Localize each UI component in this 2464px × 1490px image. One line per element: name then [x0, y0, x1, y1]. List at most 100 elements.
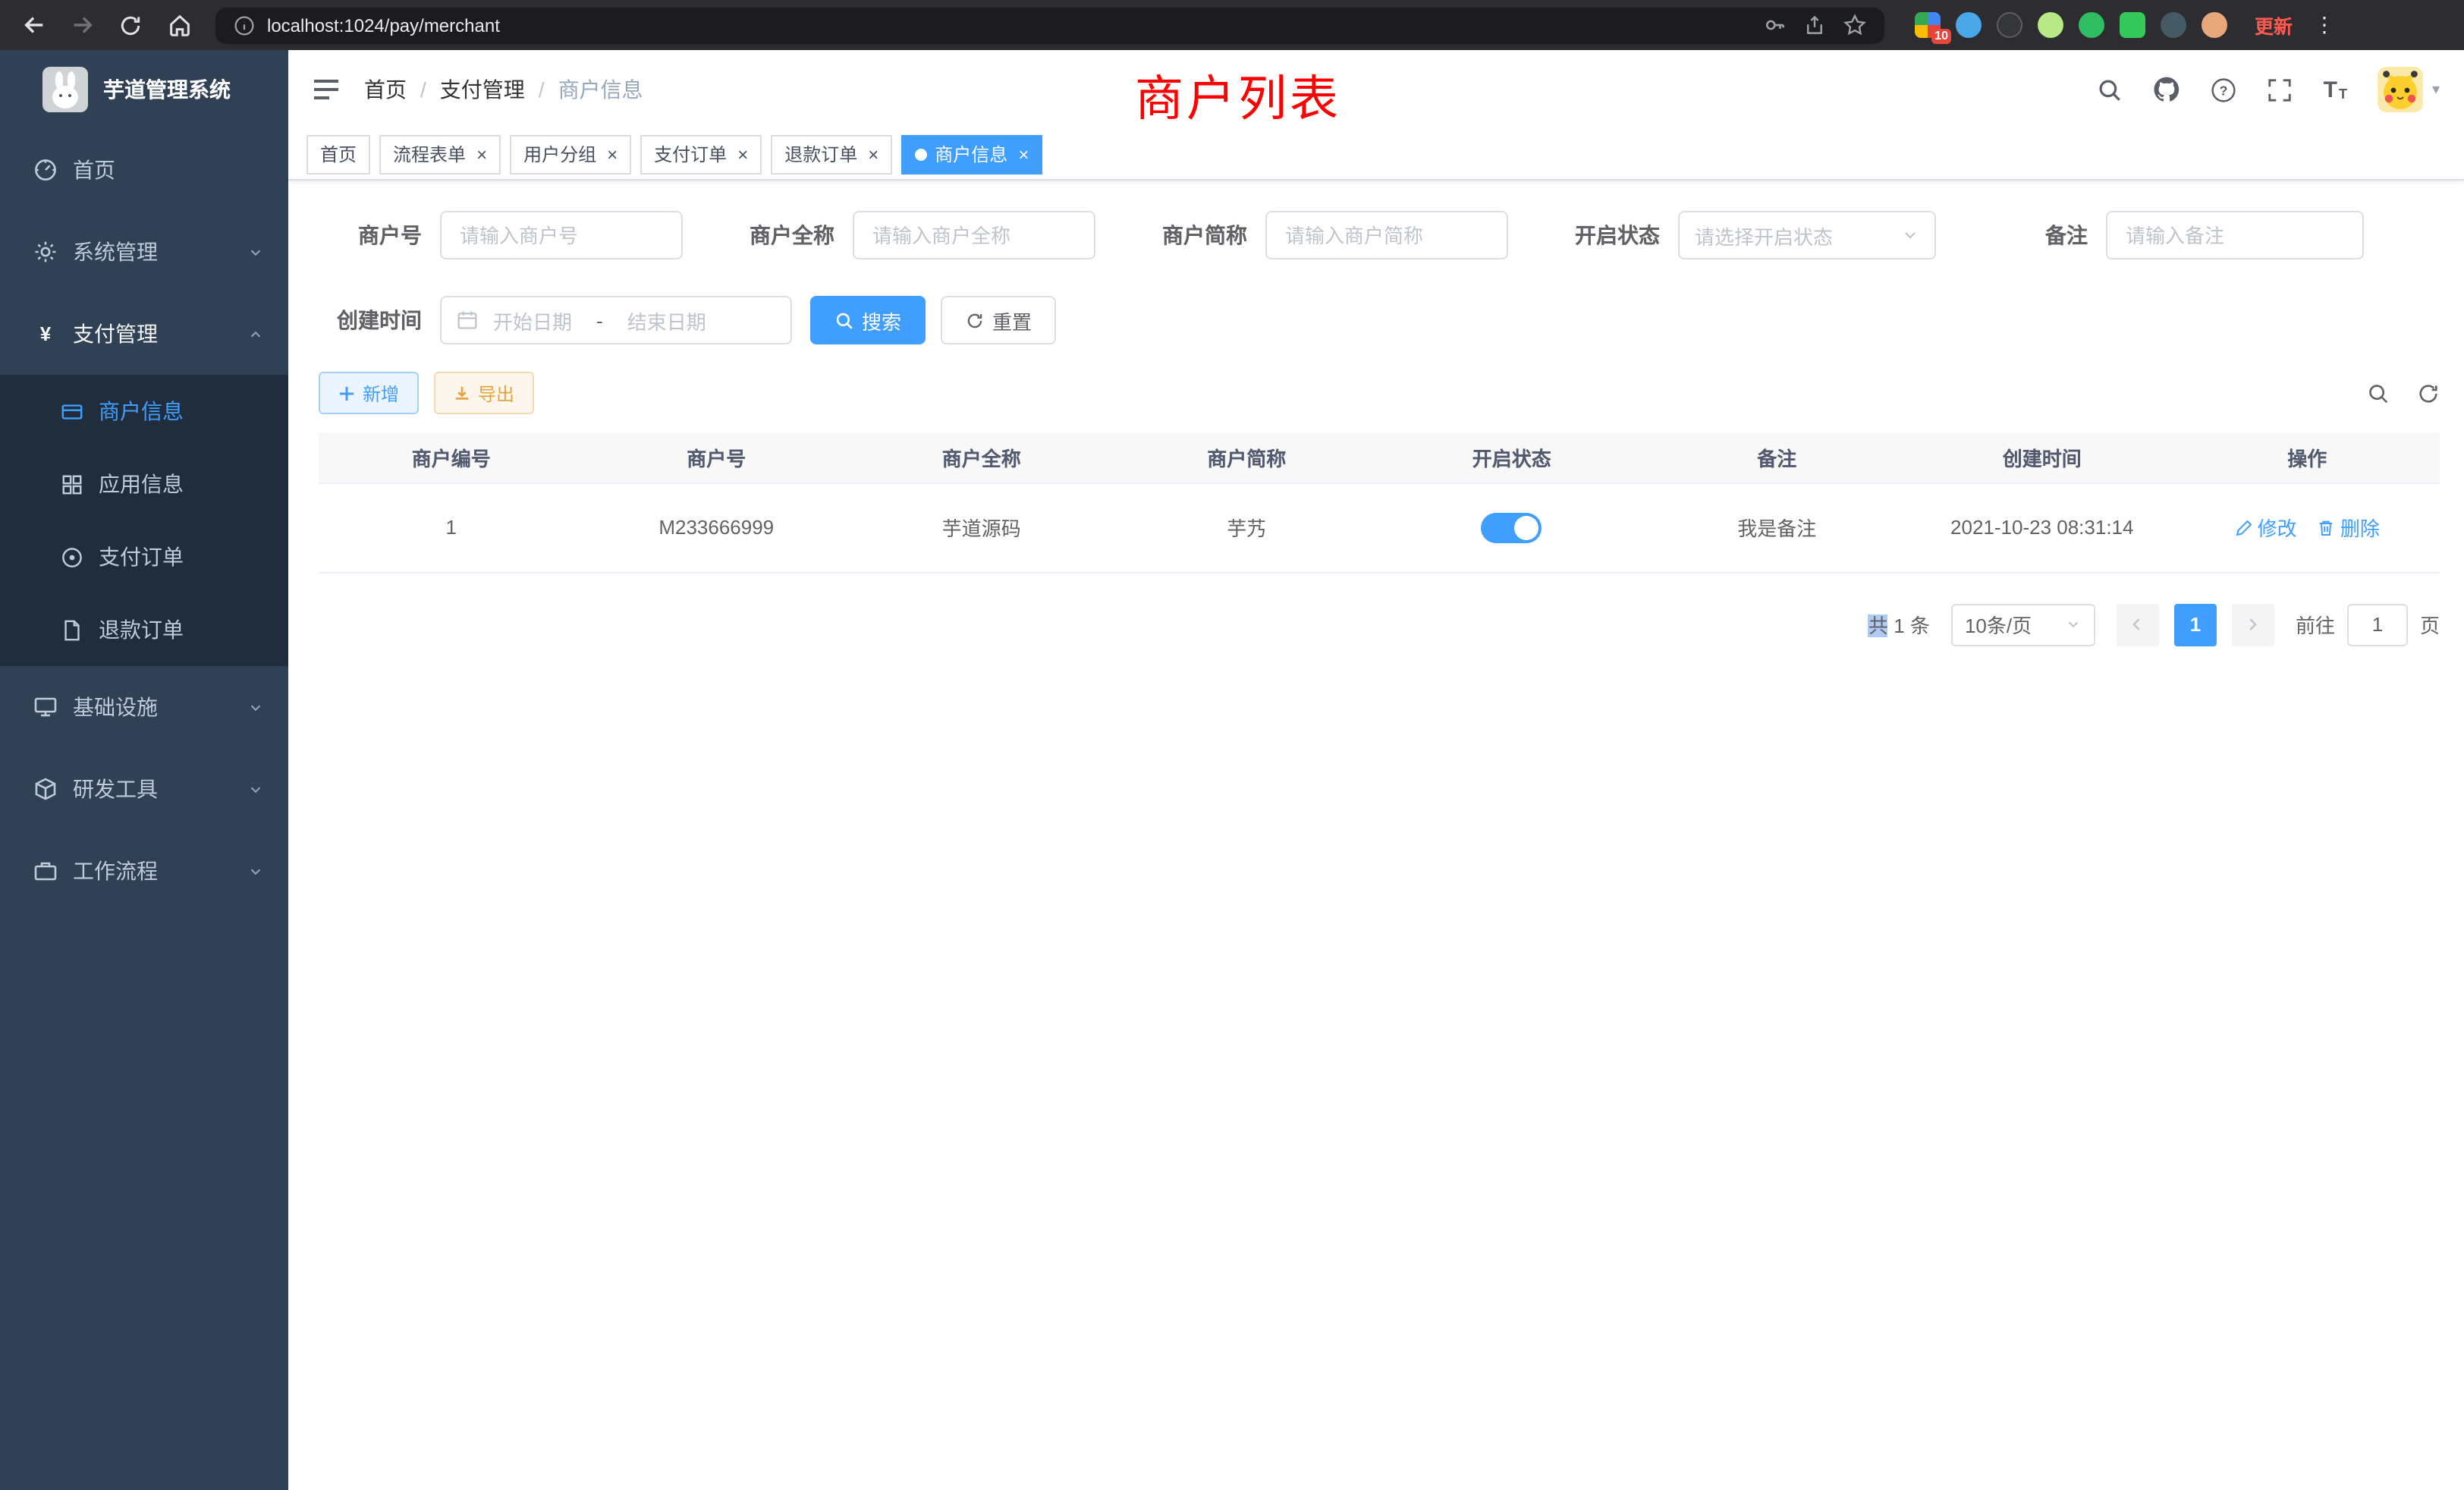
create-time-label: 创建时间	[319, 305, 440, 335]
sidebar-item-label: 首页	[73, 155, 115, 185]
end-date-placeholder: 结束日期	[627, 306, 706, 335]
help-icon[interactable]: ?	[2211, 77, 2237, 102]
reset-button[interactable]: 重置	[941, 296, 1056, 344]
breadcrumb-home[interactable]: 首页	[364, 74, 407, 105]
share-icon[interactable]	[1804, 14, 1825, 36]
col-merchant-no: 商户号	[584, 432, 850, 483]
sidebar-item-infra[interactable]: 基础设施	[0, 666, 288, 748]
github-icon[interactable]	[2154, 76, 2181, 103]
sidebar-item-label: 基础设施	[73, 692, 158, 722]
target-icon	[61, 545, 83, 568]
next-page-button[interactable]	[2232, 603, 2274, 646]
close-icon[interactable]: ×	[868, 145, 878, 163]
table-toolbar: 新增 导出	[319, 372, 2440, 414]
url-bar[interactable]: localhost:1024/pay/merchant	[215, 7, 1884, 43]
merchant-short-input[interactable]	[1265, 211, 1508, 259]
back-icon[interactable]	[15, 7, 52, 43]
tab-user-group[interactable]: 用户分组 ×	[510, 134, 631, 174]
sidebar-item-label: 工作流程	[73, 856, 158, 886]
sidebar-item-system[interactable]: 系统管理	[0, 211, 288, 293]
tab-merchant-info[interactable]: 商户信息 ×	[901, 134, 1042, 174]
download-icon	[454, 385, 470, 401]
add-button[interactable]: 新增	[319, 372, 419, 414]
browser-menu-icon[interactable]: ⋮	[2314, 12, 2335, 38]
extension-pinwheel-icon[interactable]	[2161, 12, 2186, 38]
tab-home[interactable]: 首页	[306, 134, 370, 174]
merchant-name-input[interactable]	[853, 211, 1095, 259]
site-info-icon[interactable]	[234, 14, 255, 36]
sidebar-item-refund-order[interactable]: 退款订单	[0, 593, 288, 666]
close-icon[interactable]: ×	[1018, 145, 1029, 163]
forward-icon[interactable]	[64, 7, 100, 43]
search-icon[interactable]	[2098, 77, 2123, 102]
delete-link[interactable]: 删除	[2318, 513, 2380, 542]
close-icon[interactable]: ×	[476, 145, 487, 163]
page-size-select[interactable]: 10条/页	[1951, 603, 2095, 646]
merchant-no-label: 商户号	[319, 220, 440, 250]
monitor-icon	[33, 695, 58, 719]
tab-label: 用户分组	[523, 141, 596, 167]
sidebar-item-payment[interactable]: ¥ 支付管理	[0, 293, 288, 375]
user-avatar-menu[interactable]: ▾	[2378, 67, 2440, 112]
goto-page-input[interactable]	[2347, 603, 2408, 646]
breadcrumb-payment[interactable]: 支付管理	[440, 74, 525, 105]
tab-process-form[interactable]: 流程表单 ×	[379, 134, 501, 174]
pagination: 共 1 条 10条/页 1	[319, 603, 2440, 646]
sidebar-item-merchant-info[interactable]: 商户信息	[0, 375, 288, 448]
password-key-icon[interactable]	[1763, 14, 1786, 36]
sidebar-item-label: 退款订单	[99, 615, 184, 645]
remark-input[interactable]	[2106, 211, 2364, 259]
bookmark-star-icon[interactable]	[1843, 14, 1866, 36]
extension-notes-icon[interactable]	[2120, 12, 2145, 38]
font-size-icon[interactable]: TT	[2324, 78, 2347, 101]
search-button[interactable]: 搜索	[810, 296, 926, 344]
date-separator: -	[596, 309, 603, 332]
tab-label: 首页	[320, 141, 357, 167]
close-icon[interactable]: ×	[737, 145, 748, 163]
start-date-placeholder: 开始日期	[493, 306, 572, 335]
status-select[interactable]: 请选择开启状态	[1678, 211, 1936, 259]
refresh-table-icon[interactable]	[2417, 382, 2440, 404]
cell-merchant-id: 1	[319, 483, 584, 572]
sidebar-item-app-info[interactable]: 应用信息	[0, 448, 288, 520]
chrome-update-button[interactable]: 更新	[2255, 11, 2293, 39]
extension-puzzle-icon[interactable]: 10	[1915, 12, 1941, 38]
edit-link[interactable]: 修改	[2235, 513, 2297, 542]
export-button[interactable]: 导出	[434, 372, 534, 414]
sidebar-item-workflow[interactable]: 工作流程	[0, 830, 288, 912]
create-time-range-picker[interactable]: 开始日期 - 结束日期	[440, 296, 792, 344]
fullscreen-icon[interactable]	[2268, 77, 2293, 102]
close-icon[interactable]: ×	[607, 145, 618, 163]
extension-avatar-icon[interactable]	[2038, 12, 2063, 38]
chevron-down-icon	[247, 699, 264, 715]
edit-icon	[2235, 518, 2253, 536]
cell-merchant-no: M233666999	[584, 483, 850, 572]
sidebar-item-devtools[interactable]: 研发工具	[0, 748, 288, 830]
reload-icon[interactable]	[112, 7, 149, 43]
extension-drop-icon[interactable]	[1956, 12, 1982, 38]
chevron-up-icon	[247, 325, 264, 342]
payment-submenu: 商户信息 应用信息 支付订单	[0, 375, 288, 666]
tab-pay-order[interactable]: 支付订单 ×	[640, 134, 762, 174]
sidebar: 芋道管理系统 首页 系统管理 ¥	[0, 50, 288, 1490]
merchant-no-input[interactable]	[440, 211, 683, 259]
page-number-button[interactable]: 1	[2174, 603, 2217, 646]
extension-dark-icon[interactable]	[1997, 12, 2022, 38]
table-header-row: 商户编号 商户号 商户全称 商户简称 开启状态 备注 创建时间 操作	[319, 432, 2440, 483]
cell-status	[1379, 483, 1645, 572]
tab-refund-order[interactable]: 退款订单 ×	[771, 134, 892, 174]
status-toggle[interactable]	[1482, 512, 1542, 542]
extension-profile-icon[interactable]	[2202, 12, 2227, 38]
home-icon[interactable]	[161, 7, 197, 43]
hamburger-icon[interactable]	[313, 77, 340, 102]
extension-green-icon[interactable]	[2079, 12, 2104, 38]
sidebar-item-home[interactable]: 首页	[0, 129, 288, 211]
tab-label: 流程表单	[393, 141, 466, 167]
sidebar-item-pay-order[interactable]: 支付订单	[0, 520, 288, 593]
prev-page-button[interactable]	[2117, 603, 2159, 646]
col-merchant-name: 商户全称	[849, 432, 1114, 483]
sidebar-item-label: 支付管理	[73, 319, 158, 349]
cell-actions: 修改 删除	[2175, 483, 2440, 572]
status-label: 开启状态	[1557, 220, 1678, 250]
toggle-search-icon[interactable]	[2367, 382, 2390, 404]
